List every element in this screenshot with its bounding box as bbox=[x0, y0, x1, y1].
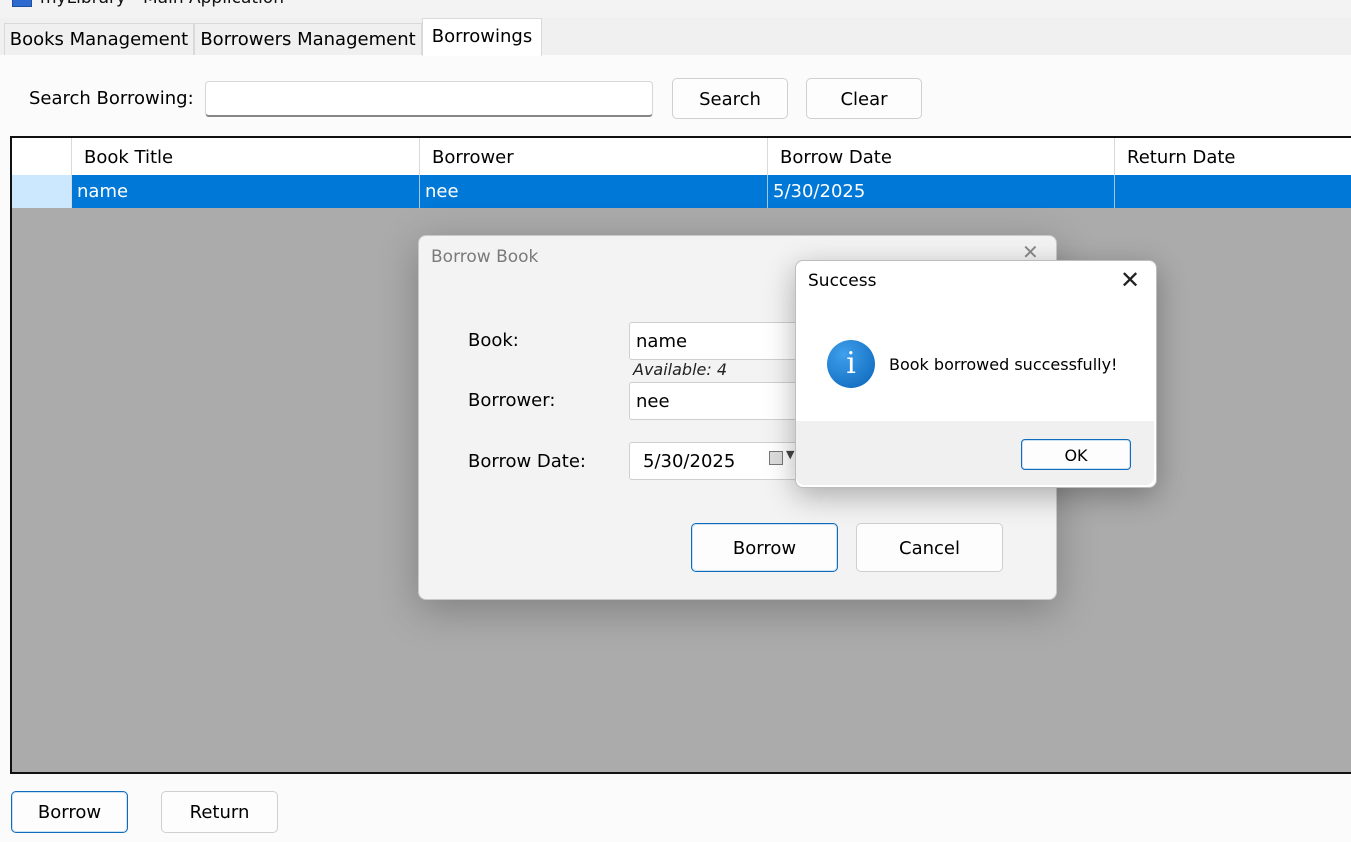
borrower-label: Borrower: bbox=[468, 390, 556, 411]
calendar-icon[interactable] bbox=[769, 451, 783, 465]
tab-borrowings[interactable]: Borrowings bbox=[422, 18, 542, 56]
chevron-down-icon[interactable]: ▼ bbox=[786, 448, 794, 461]
tab-books-management[interactable]: Books Management bbox=[4, 23, 194, 55]
search-label: Search Borrowing: bbox=[29, 88, 194, 109]
cell-return-date[interactable] bbox=[1115, 175, 1351, 208]
column-header-borrower[interactable]: Borrower bbox=[420, 138, 768, 175]
cell-borrow-date[interactable]: 5/30/2025 bbox=[768, 175, 1115, 208]
available-count: Available: 4 bbox=[633, 360, 728, 379]
book-select[interactable]: name bbox=[629, 322, 814, 360]
close-icon[interactable]: ✕ bbox=[1120, 266, 1140, 294]
borrow-dialog-title: Borrow Book bbox=[431, 247, 539, 267]
borrow-date-label: Borrow Date: bbox=[468, 451, 586, 472]
info-icon: i bbox=[827, 340, 875, 388]
row-header-corner bbox=[12, 138, 72, 175]
tab-borrowers-management[interactable]: Borrowers Management bbox=[194, 23, 422, 55]
cell-book-title[interactable]: name bbox=[72, 175, 420, 208]
row-header[interactable] bbox=[12, 175, 72, 208]
column-header-return-date[interactable]: Return Date bbox=[1115, 138, 1351, 175]
dialog-cancel-button[interactable]: Cancel bbox=[856, 523, 1003, 572]
clear-button[interactable]: Clear bbox=[806, 78, 922, 119]
dialog-borrow-button[interactable]: Borrow bbox=[691, 523, 838, 572]
ok-button[interactable]: OK bbox=[1021, 439, 1131, 470]
column-header-borrow-date[interactable]: Borrow Date bbox=[768, 138, 1115, 175]
book-label: Book: bbox=[468, 330, 519, 351]
search-input[interactable] bbox=[205, 81, 653, 117]
cell-borrower[interactable]: nee bbox=[420, 175, 768, 208]
window-title: myLibrary - Main Application bbox=[40, 0, 284, 8]
success-dialog-title: Success bbox=[808, 271, 877, 291]
app-icon bbox=[12, 0, 32, 7]
search-button[interactable]: Search bbox=[672, 78, 788, 119]
return-button[interactable]: Return bbox=[161, 791, 278, 833]
borrower-select[interactable]: nee bbox=[629, 382, 814, 420]
column-header-book-title[interactable]: Book Title bbox=[72, 138, 420, 175]
success-message: Book borrowed successfully! bbox=[889, 355, 1118, 374]
borrow-button[interactable]: Borrow bbox=[11, 791, 128, 833]
